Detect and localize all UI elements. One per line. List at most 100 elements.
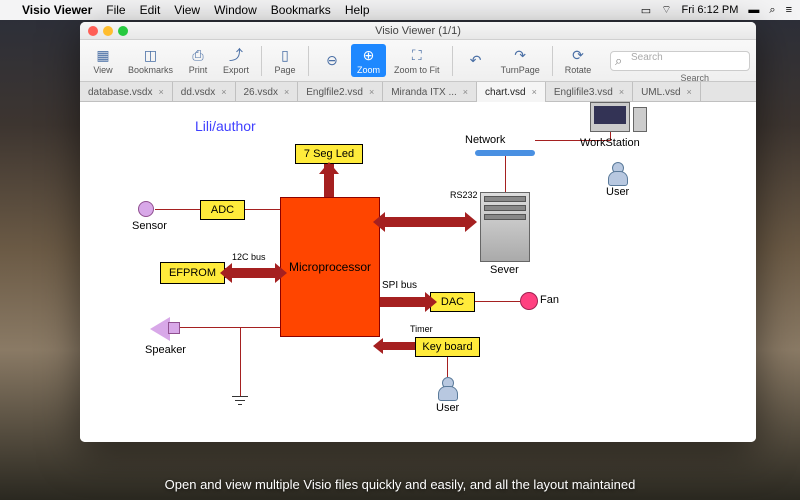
speaker-icon [150, 317, 170, 341]
rs232-label: RS232 [450, 190, 478, 200]
window-title: Visio Viewer (1/1) [375, 25, 461, 37]
close-tab-icon[interactable]: × [463, 87, 468, 97]
sensor-icon [138, 201, 154, 217]
rotate-icon: ⟳ [567, 46, 589, 64]
arrowhead-left [373, 212, 385, 232]
close-window-button[interactable] [88, 26, 98, 36]
fan-label: Fan [540, 294, 559, 306]
close-tab-icon[interactable]: × [532, 87, 537, 97]
app-window: Visio Viewer (1/1) ▦View ◫Bookmarks ⎙Pri… [80, 22, 756, 442]
wire [245, 209, 280, 210]
tab-bar: database.vsdx× dd.vsdx× 26.vsdx× Englfil… [80, 82, 756, 102]
wire [180, 327, 280, 328]
flag-icon: ▬ [748, 4, 759, 16]
speaker-label: Speaker [145, 344, 186, 356]
author-label: Lili/author [195, 118, 256, 134]
keyboard-box: Key board [415, 337, 480, 357]
page-icon: ▯ [274, 46, 296, 64]
tab-7[interactable]: UML.vsd× [633, 82, 701, 102]
close-tab-icon[interactable]: × [159, 87, 164, 97]
arrow-right [380, 297, 430, 307]
search-input[interactable]: SearchSearch [610, 51, 750, 71]
export-icon: ⤴ [225, 46, 247, 64]
menubar: Visio Viewer File Edit View Window Bookm… [0, 0, 800, 20]
microprocessor-box: Microprocessor [280, 197, 380, 337]
page-button[interactable]: ▯Page [268, 44, 302, 77]
toolbar: ▦View ◫Bookmarks ⎙Print ⤴Export ▯Page ⊖ … [80, 40, 756, 82]
network-label: Network [465, 134, 505, 146]
menu-window[interactable]: Window [214, 3, 257, 17]
menu-view[interactable]: View [174, 3, 200, 17]
battery-icon: ▭ [641, 4, 651, 17]
arrowhead-left [220, 263, 232, 283]
titlebar[interactable]: Visio Viewer (1/1) [80, 22, 756, 40]
app-name[interactable]: Visio Viewer [22, 3, 92, 17]
tab-3[interactable]: Englfile2.vsd× [298, 82, 383, 102]
wire [447, 357, 448, 377]
close-tab-icon[interactable]: × [284, 87, 289, 97]
minimize-window-button[interactable] [103, 26, 113, 36]
tab-1[interactable]: dd.vsdx× [173, 82, 236, 102]
workstation-icon [590, 102, 630, 132]
rotate-button[interactable]: ⟳Rotate [559, 44, 598, 77]
spotlight-icon[interactable]: ⌕ [769, 4, 775, 17]
zoom-fit-button[interactable]: ⛶Zoom to Fit [388, 44, 446, 77]
prev-page-button[interactable]: ↶ [459, 50, 493, 72]
user-icon [608, 162, 626, 184]
tab-5[interactable]: chart.vsd× [477, 82, 546, 102]
arrow-biarrow [225, 268, 280, 278]
zoom-in-icon: ⊕ [358, 46, 380, 64]
clock: Fri 6:12 PM [682, 4, 739, 16]
menu-extra-icon[interactable]: ≡ [786, 4, 792, 16]
workstation-label: WorkStation [580, 137, 640, 149]
caption-text: Open and view multiple Visio files quick… [165, 477, 636, 492]
arrowhead-right [275, 263, 287, 283]
arrowhead-left [373, 338, 383, 354]
wire [475, 301, 520, 302]
view-icon: ▦ [92, 46, 114, 64]
arrowhead-right [465, 212, 477, 232]
print-button[interactable]: ⎙Print [181, 44, 215, 77]
user-icon [438, 377, 456, 399]
menu-help[interactable]: Help [345, 3, 370, 17]
server-label: Sever [490, 264, 519, 276]
close-tab-icon[interactable]: × [619, 87, 624, 97]
zoom-in-button[interactable]: ⊕Zoom [351, 44, 386, 77]
user-label: User [606, 186, 629, 198]
bus-12c-label: 12C bus [232, 252, 266, 262]
close-tab-icon[interactable]: × [221, 87, 226, 97]
ground-icon [232, 396, 248, 397]
print-icon: ⎙ [187, 46, 209, 64]
tab-4[interactable]: Miranda ITX ...× [383, 82, 477, 102]
arrowhead-up [319, 162, 339, 174]
zoom-fit-icon: ⛶ [406, 46, 428, 64]
wire [240, 327, 241, 397]
arrowhead-right [425, 292, 437, 312]
close-tab-icon[interactable]: × [369, 87, 374, 97]
user2-label: User [436, 402, 459, 414]
view-button[interactable]: ▦View [86, 44, 120, 77]
server-icon [480, 192, 530, 262]
menu-file[interactable]: File [106, 3, 125, 17]
zoom-out-button[interactable]: ⊖ [315, 50, 349, 72]
tab-0[interactable]: database.vsdx× [80, 82, 173, 102]
tab-6[interactable]: Englifile3.vsd× [546, 82, 633, 102]
arrow-biarrow [380, 217, 470, 227]
menu-bookmarks[interactable]: Bookmarks [271, 3, 331, 17]
network-icon [475, 150, 535, 156]
next-page-button[interactable]: ↷TurnPage [495, 44, 546, 77]
diagram-canvas[interactable]: Lili/author Microprocessor 7 Seg Led ADC… [80, 102, 756, 442]
adc-box: ADC [200, 200, 245, 220]
zoom-window-button[interactable] [118, 26, 128, 36]
wifi-icon: ⌔ [661, 3, 671, 17]
zoom-out-icon: ⊖ [321, 52, 343, 70]
wire [505, 154, 506, 192]
bookmarks-button[interactable]: ◫Bookmarks [122, 44, 179, 77]
prev-icon: ↶ [465, 52, 487, 70]
menu-edit[interactable]: Edit [140, 3, 161, 17]
wire [155, 209, 200, 210]
export-button[interactable]: ⤴Export [217, 44, 255, 77]
tab-2[interactable]: 26.vsdx× [236, 82, 299, 102]
timer-label: Timer [410, 324, 433, 334]
close-tab-icon[interactable]: × [687, 87, 692, 97]
